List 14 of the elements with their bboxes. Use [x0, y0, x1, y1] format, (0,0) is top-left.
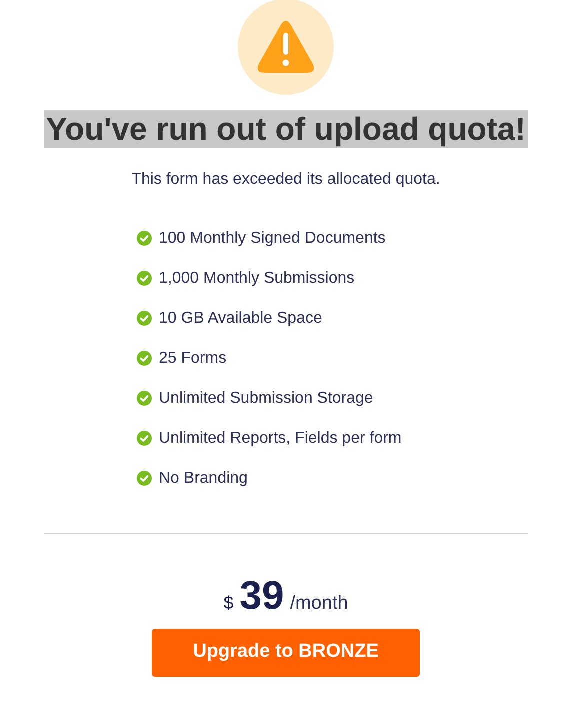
quota-heading: You've run out of upload quota! — [44, 110, 528, 148]
feature-label: No Branding — [159, 468, 248, 488]
feature-label: 10 GB Available Space — [159, 308, 322, 328]
feature-label: Unlimited Reports, Fields per form — [159, 428, 402, 448]
quota-message: This form has exceeded its allocated quota. — [132, 170, 440, 190]
warning-icon — [256, 19, 316, 75]
upgrade-button[interactable]: Upgrade to BRONZE — [152, 628, 420, 676]
feature-label: 100 Monthly Signed Documents — [159, 228, 386, 248]
feature-label: 25 Forms — [159, 348, 227, 368]
price-amount: 39 — [240, 574, 284, 618]
currency-symbol: $ — [224, 592, 234, 615]
price-period: /month — [290, 592, 348, 616]
feature-label: 1,000 Monthly Submissions — [159, 268, 355, 288]
feature-label: Unlimited Submission Storage — [159, 388, 374, 408]
